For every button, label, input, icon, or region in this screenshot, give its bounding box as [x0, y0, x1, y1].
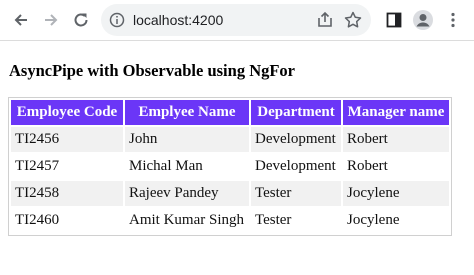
share-icon[interactable]	[316, 11, 334, 29]
manager-name-cell: Jocylene	[343, 208, 449, 233]
table-row: TI2460 Amit Kumar Singh Tester Jocylene	[11, 208, 449, 233]
table-header-row: Employee Code Emplyee Name Department Ma…	[11, 100, 449, 125]
column-header-manager-name: Manager name	[343, 100, 449, 125]
employee-code-cell: TI2456	[11, 127, 123, 152]
column-header-department: Department	[251, 100, 341, 125]
reload-icon	[74, 13, 88, 27]
back-icon	[14, 14, 27, 26]
department-cell: Development	[251, 127, 341, 152]
manager-name-cell: Robert	[343, 154, 449, 179]
column-header-employee-name: Emplyee Name	[125, 100, 249, 125]
back-button[interactable]	[8, 7, 34, 33]
table-row: TI2456 John Development Robert	[11, 127, 449, 152]
employee-name-cell: Rajeev Pandey	[125, 181, 249, 206]
department-cell: Tester	[251, 181, 341, 206]
department-cell: Tester	[251, 208, 341, 233]
side-panel-button[interactable]	[381, 7, 407, 33]
profile-button[interactable]	[410, 7, 436, 33]
browser-toolbar: localhost:4200	[0, 0, 474, 41]
table-row: TI2457 Michal Man Development Robert	[11, 154, 449, 179]
manager-name-cell: Jocylene	[343, 181, 449, 206]
reload-button[interactable]	[68, 7, 94, 33]
employee-code-cell: TI2457	[11, 154, 123, 179]
site-info-icon[interactable]	[109, 12, 125, 28]
forward-icon	[45, 14, 58, 26]
forward-button[interactable]	[38, 7, 64, 33]
more-menu-button[interactable]	[440, 7, 466, 33]
employee-name-cell: Michal Man	[125, 154, 249, 179]
employee-name-cell: John	[125, 127, 249, 152]
url-text[interactable]: localhost:4200	[133, 12, 223, 28]
page-title: AsyncPipe with Observable using NgFor	[9, 61, 296, 80]
department-cell: Development	[251, 154, 341, 179]
column-header-employee-code: Employee Code	[11, 100, 123, 125]
table-row: TI2458 Rajeev Pandey Tester Jocylene	[11, 181, 449, 206]
employee-name-cell: Amit Kumar Singh	[125, 208, 249, 233]
employee-code-cell: TI2460	[11, 208, 123, 233]
more-menu-icon	[451, 12, 455, 28]
profile-avatar-icon	[413, 10, 433, 30]
employee-table: Employee Code Emplyee Name Department Ma…	[8, 97, 452, 236]
employee-code-cell: TI2458	[11, 181, 123, 206]
address-bar[interactable]: localhost:4200	[101, 4, 371, 36]
bookmark-star-icon[interactable]	[343, 10, 363, 30]
manager-name-cell: Robert	[343, 127, 449, 152]
side-panel-icon	[386, 12, 402, 28]
